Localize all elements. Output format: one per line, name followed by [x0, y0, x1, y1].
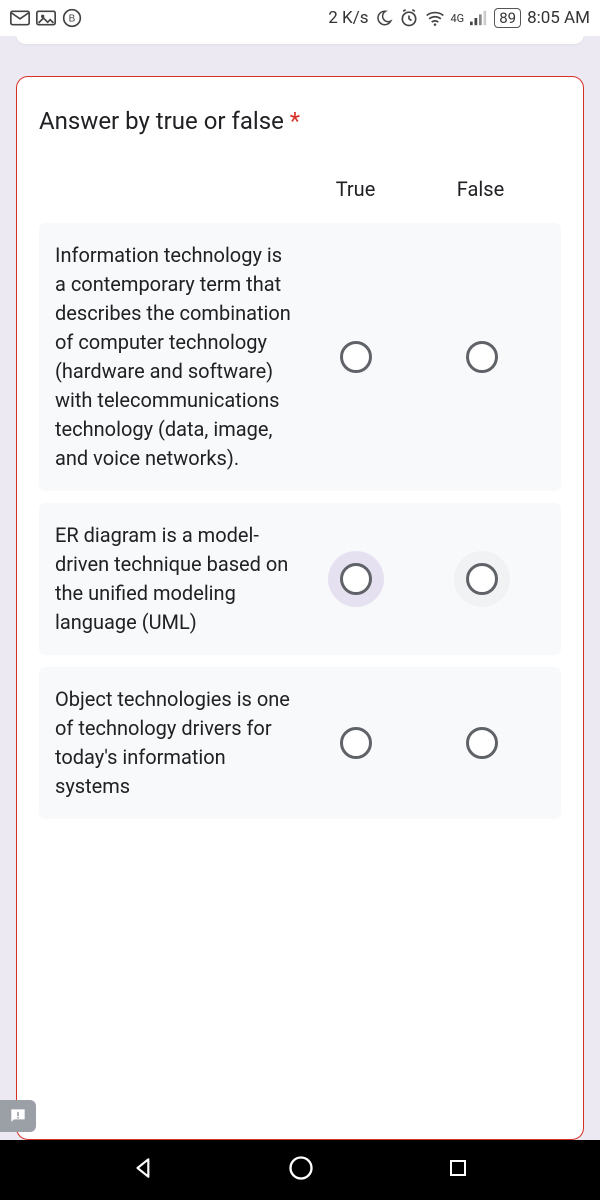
question-row: Object technologies is one of technology…	[39, 667, 561, 819]
svg-text:B: B	[69, 13, 76, 24]
home-button[interactable]	[287, 1154, 315, 1186]
feedback-icon	[8, 1106, 28, 1126]
radio-cell-false	[419, 563, 545, 595]
question-card: Answer by true or false * True False Inf…	[16, 76, 584, 1140]
radio-cell-true	[293, 727, 419, 759]
status-right: 2 K/s 4G 89 8:05 AM	[328, 8, 590, 28]
recent-button[interactable]	[446, 1156, 470, 1184]
feedback-button[interactable]	[0, 1100, 36, 1132]
radio-cell-false	[419, 727, 545, 759]
question-text: Object technologies is one of technology…	[55, 685, 293, 801]
image-icon	[36, 10, 56, 26]
moon-icon	[375, 9, 393, 27]
signal-icon	[470, 10, 488, 26]
radio-cell-true	[293, 341, 419, 373]
net-label: 4G	[451, 12, 465, 25]
question-row: Information technology is a contemporary…	[39, 223, 561, 491]
radio-false[interactable]	[466, 727, 498, 759]
question-text: Information technology is a contemporary…	[55, 241, 293, 473]
radio-true[interactable]	[340, 341, 372, 373]
question-text: ER diagram is a model-driven technique b…	[55, 521, 293, 637]
back-button[interactable]	[131, 1155, 157, 1185]
column-header-true: True	[293, 177, 418, 201]
question-title: Answer by true or false *	[39, 107, 561, 135]
radio-cell-false	[419, 341, 545, 373]
question-row: ER diagram is a model-driven technique b…	[39, 503, 561, 655]
column-headers: True False	[39, 177, 561, 201]
column-header-false: False	[418, 177, 543, 201]
radio-false[interactable]	[466, 563, 498, 595]
radio-true[interactable]	[340, 563, 372, 595]
required-mark: *	[290, 107, 300, 135]
radio-false[interactable]	[466, 341, 498, 373]
circle-b-icon: B	[62, 8, 82, 28]
battery-indicator: 89	[494, 8, 521, 28]
question-title-text: Answer by true or false	[39, 107, 284, 135]
alarm-icon	[399, 8, 419, 28]
status-left: B	[10, 8, 82, 28]
battery-level: 89	[499, 9, 516, 27]
radio-cell-true	[293, 563, 419, 595]
android-nav-bar	[0, 1140, 600, 1200]
wifi-icon	[425, 10, 445, 26]
mail-icon	[10, 10, 30, 26]
prev-card-edge	[16, 34, 584, 44]
status-bar: B 2 K/s 4G 89 8:05 AM	[0, 0, 600, 36]
form-background: Answer by true or false * True False Inf…	[0, 36, 600, 1140]
net-speed: 2 K/s	[328, 8, 368, 28]
radio-true[interactable]	[340, 727, 372, 759]
clock: 8:05 AM	[527, 8, 590, 28]
